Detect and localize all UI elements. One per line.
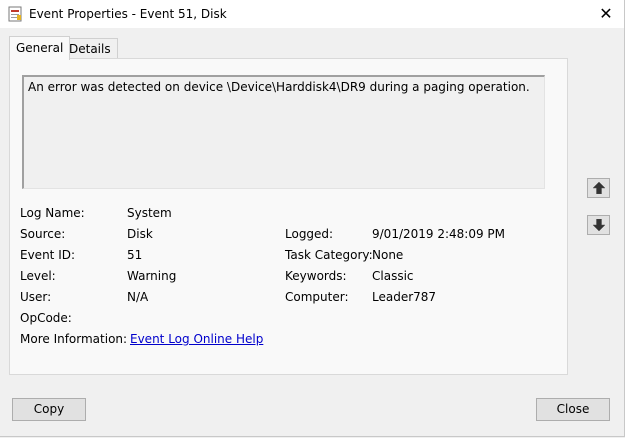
- event-log-online-help-link[interactable]: Event Log Online Help: [130, 332, 263, 346]
- keywords-label: Keywords:: [285, 269, 347, 283]
- event-description-text: An error was detected on device \Device\…: [28, 80, 530, 94]
- computer-value: Leader787: [372, 290, 437, 304]
- copy-button[interactable]: Copy: [12, 398, 86, 421]
- event-description[interactable]: An error was detected on device \Device\…: [22, 75, 545, 189]
- more-information-label: More Information:: [20, 332, 128, 346]
- computer-label: Computer:: [285, 290, 349, 304]
- tab-general-label: General: [16, 41, 64, 55]
- event-viewer-icon: [8, 6, 22, 22]
- source-label: Source:: [20, 227, 66, 241]
- event-id-label: Event ID:: [20, 248, 76, 262]
- tab-details-label: Details: [69, 42, 111, 56]
- close-window-button[interactable]: ✕: [592, 2, 620, 26]
- source-value: Disk: [127, 227, 153, 241]
- opcode-label: OpCode:: [20, 311, 72, 325]
- log-name-value: System: [127, 206, 172, 220]
- next-event-button[interactable]: [587, 215, 610, 235]
- logged-label: Logged:: [285, 227, 334, 241]
- user-label: User:: [20, 290, 52, 304]
- arrow-down-icon: [593, 219, 605, 231]
- log-name-label: Log Name:: [20, 206, 85, 220]
- event-id-value: 51: [127, 248, 143, 262]
- title-bar: Event Properties - Event 51, Disk ✕: [0, 0, 624, 28]
- user-value: N/A: [127, 290, 149, 304]
- close-button-label: Close: [556, 402, 590, 416]
- close-button[interactable]: Close: [536, 398, 610, 421]
- level-value: Warning: [127, 269, 177, 283]
- previous-event-button[interactable]: [587, 178, 610, 198]
- window-title: Event Properties - Event 51, Disk: [29, 7, 227, 21]
- logged-value: 9/01/2019 2:48:09 PM: [372, 227, 506, 241]
- task-category-label: Task Category:: [285, 248, 373, 262]
- event-properties-window: Event Properties - Event 51, Disk ✕ Gene…: [0, 0, 625, 437]
- tab-details[interactable]: Details: [62, 38, 118, 59]
- tab-general[interactable]: General: [9, 36, 71, 60]
- copy-button-label: Copy: [33, 402, 65, 416]
- arrow-up-icon: [593, 182, 605, 194]
- level-label: Level:: [20, 269, 56, 283]
- task-category-value: None: [372, 248, 404, 262]
- keywords-value: Classic: [372, 269, 414, 283]
